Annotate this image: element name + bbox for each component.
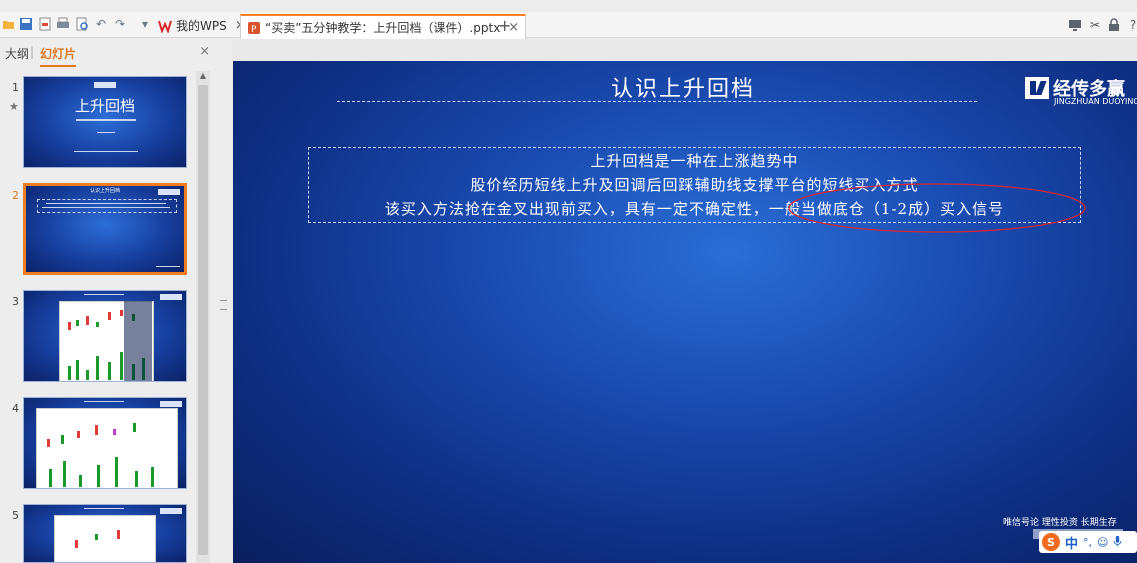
panel-splitter[interactable] [216,38,232,563]
export-pdf-icon[interactable] [38,17,52,31]
thumb-title-line [84,401,124,402]
slide-number: 1 [12,81,19,94]
slide-thumbnail-2[interactable]: 认识上升回档 [23,183,187,275]
close-panel-icon[interactable]: × [199,44,210,59]
thumb-data-panel [124,301,152,381]
tools-icon[interactable]: ✂ [1088,18,1102,32]
thumb-logo [160,294,182,300]
window-top-strip [0,0,1137,12]
thumb-text-line [46,203,166,204]
open-folder-icon[interactable] [2,17,16,31]
thumb-subtitle-line [76,119,136,121]
logo-subtext: JINGZHUAN DUOYING [1054,97,1137,106]
animation-star-icon: ★ [9,100,19,113]
ppt-file-icon: P [247,21,261,35]
slide-number: 2 [12,189,19,202]
thumb-stock-chart [36,408,178,488]
thumb-logo [160,401,182,407]
tab-separator: | [30,45,35,59]
tab-slides[interactable]: 幻灯片 [40,45,77,67]
undo-icon[interactable]: ↶ [94,17,108,31]
redo-icon[interactable]: ↷ [113,17,127,31]
slide-canvas[interactable]: 认识上升回档 经传多赢 JINGZHUAN DUOYING 上升回档是一种在上涨… [233,61,1137,563]
emoji-icon[interactable]: ☺ [1097,536,1108,549]
brand-logo: 经传多赢 JINGZHUAN DUOYING [1025,75,1137,106]
svg-text:P: P [251,25,257,35]
tab-document[interactable]: P “买卖”五分钟教学：上升回档（课件）.pptx × [240,14,527,39]
thumb-footer-line [156,266,180,267]
wps-logo-icon [158,19,172,33]
thumb-text-line [74,151,138,152]
thumb-title-line [84,294,124,295]
slide-number: 3 [12,295,19,308]
slide-title[interactable]: 认识上升回档 [533,71,833,103]
print-icon[interactable] [56,17,70,31]
slide-number: 4 [12,402,19,415]
title-underline [337,101,977,102]
new-tab-button[interactable]: + [498,14,511,37]
scroll-up-icon[interactable]: ▲ [196,71,210,83]
thumb-text-box [37,199,177,213]
logo-mark-icon [1025,77,1049,99]
slide-thumbnail-3[interactable] [23,290,187,382]
thumb-logo [160,508,182,514]
body-line-1: 上升回档是一种在上涨趋势中 [590,152,799,170]
monitor-icon[interactable] [1068,18,1082,32]
ime-language-toggle[interactable]: 中 [1065,533,1078,552]
ime-toolbar[interactable]: S 中 °, ☺ [1039,531,1137,553]
panel-tabs: 大纲 | 幻灯片 × [0,38,216,67]
panel-scrollbar[interactable]: ▲ [196,71,210,563]
slide-thumbnail-4[interactable] [23,397,187,489]
tab-outline[interactable]: 大纲 [5,45,29,62]
slide-footer-text: 唯信号论 理性投资 长期生存 [1003,518,1117,528]
title-tab-bar: ↶ ↷ ▾ 我的WPS × P “买卖”五分钟教学：上升回档（课件）.pptx … [0,0,1137,39]
tab-label: 我的WPS [176,19,227,33]
thumb-logo [94,82,116,88]
tab-label: “买卖”五分钟教学：上升回档（课件）.pptx [265,21,501,35]
punctuation-icon[interactable]: °, [1083,536,1092,549]
help-icon[interactable]: ? [1126,18,1137,32]
scrollbar-thumb[interactable] [198,85,208,555]
thumb-logo [158,189,180,195]
thumb-stock-chart [54,515,156,562]
annotation-ellipse[interactable] [785,180,1089,236]
splitter-grip-icon[interactable] [220,300,227,310]
thumb-text-line [42,207,170,208]
slide-thumbnail-5[interactable] [23,504,187,563]
tab-my-wps[interactable]: 我的WPS × [158,14,246,37]
sogou-ime-icon[interactable]: S [1042,533,1060,551]
slide-thumbnail-1[interactable]: 上升回档 [23,76,187,168]
lock-icon[interactable] [1107,18,1121,32]
quick-access-dropdown-icon[interactable]: ▾ [138,17,152,31]
thumb-text-line [97,132,115,133]
slide-number: 5 [12,509,19,522]
thumb-title: 上升回档 [74,97,135,115]
microphone-icon[interactable] [1113,535,1122,550]
slide-navigation-panel: 大纲 | 幻灯片 × 1 ★ 上升回档 2 认识上升回档 3 4 5 ▲ [0,38,217,563]
print-preview-icon[interactable] [75,17,89,31]
thumb-title-line [84,508,124,509]
save-icon[interactable] [19,17,33,31]
